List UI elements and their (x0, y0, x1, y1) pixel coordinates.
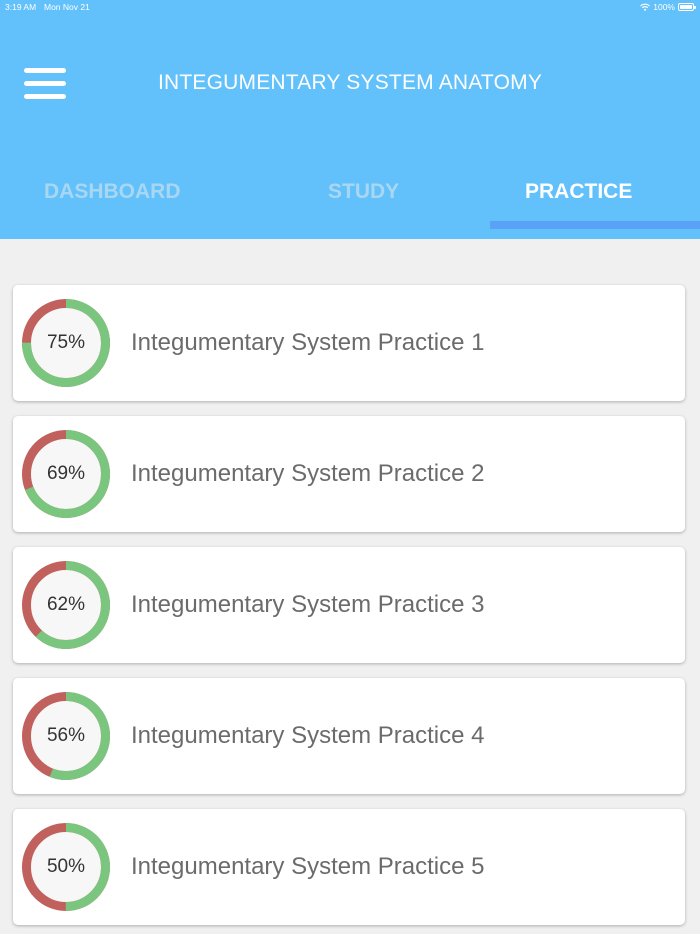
tab-practice[interactable]: PRACTICE (525, 180, 632, 204)
progress-ring: 75% (22, 299, 110, 387)
wifi-icon (640, 3, 651, 11)
active-tab-indicator (490, 221, 700, 229)
status-right: 100% (640, 2, 696, 12)
page-title: INTEGUMENTARY SYSTEM ANATOMY (157, 71, 543, 94)
progress-percent: 62% (46, 594, 86, 615)
progress-percent: 69% (46, 463, 86, 484)
practice-title: Integumentary System Practice 3 (131, 591, 485, 618)
progress-ring: 56% (22, 692, 110, 780)
tab-dashboard[interactable]: DASHBOARD (44, 180, 181, 204)
progress-percent: 50% (46, 856, 86, 877)
practice-card-2[interactable]: 69% Integumentary System Practice 2 (13, 416, 685, 532)
practice-card-3[interactable]: 62% Integumentary System Practice 3 (13, 547, 685, 663)
practice-title: Integumentary System Practice 4 (131, 722, 485, 749)
status-date: Mon Nov 21 (44, 2, 90, 12)
practice-title: Integumentary System Practice 5 (131, 853, 485, 880)
practice-card-5[interactable]: 50% Integumentary System Practice 5 (13, 809, 685, 925)
progress-percent: 75% (46, 332, 86, 353)
progress-ring: 50% (22, 823, 110, 911)
status-bar: 3:19 AM Mon Nov 21 100% (0, 0, 700, 16)
practice-card-1[interactable]: 75% Integumentary System Practice 1 (13, 285, 685, 401)
progress-percent: 56% (46, 725, 86, 746)
app-header: 3:19 AM Mon Nov 21 100% INTEGUMENTARY SY… (0, 0, 700, 239)
battery-icon (678, 3, 696, 11)
progress-ring: 69% (22, 430, 110, 518)
progress-ring: 62% (22, 561, 110, 649)
practice-title: Integumentary System Practice 2 (131, 460, 485, 487)
practice-title: Integumentary System Practice 1 (131, 329, 485, 356)
tab-study[interactable]: STUDY (328, 180, 399, 204)
battery-percent: 100% (653, 2, 675, 12)
practice-card-4[interactable]: 56% Integumentary System Practice 4 (13, 678, 685, 794)
status-time: 3:19 AM (5, 2, 37, 12)
